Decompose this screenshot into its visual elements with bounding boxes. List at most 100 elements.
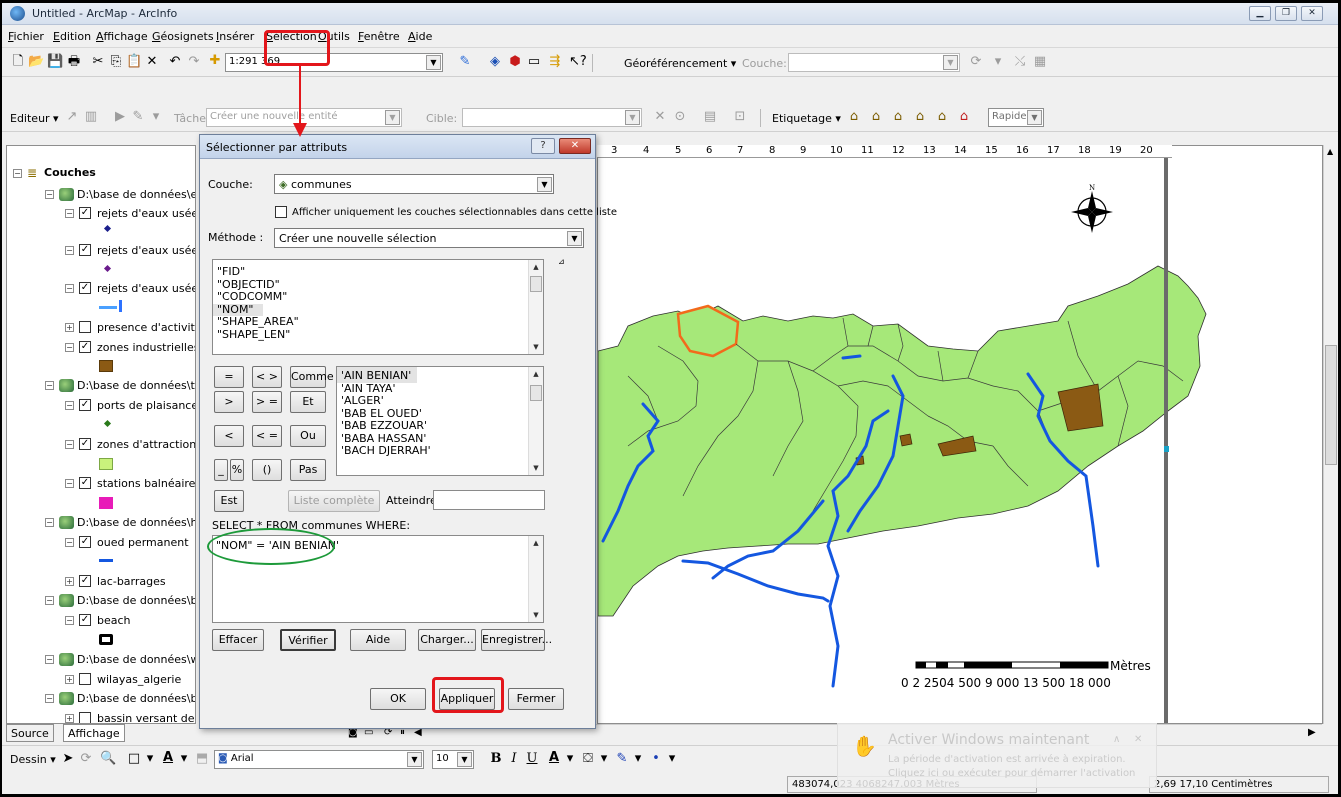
select-arrow-icon[interactable]: ▶ — [112, 109, 128, 125]
load-button[interactable]: Charger... — [418, 629, 476, 651]
collapse-icon[interactable]: − — [45, 381, 54, 390]
chevron-down-icon[interactable]: ▼ — [426, 55, 441, 70]
georeferencing-menu[interactable]: Géoréférencement ▾ — [624, 57, 736, 70]
map-vertical-scrollbar[interactable]: ▲ — [1323, 145, 1338, 724]
toc-group-ba[interactable]: D:\base de données\ba — [77, 692, 195, 705]
fields-scrollbar[interactable]: ▲ ▼ — [528, 260, 543, 354]
list-item[interactable]: 'BACH DJERRAH' — [337, 444, 543, 458]
layer-checkbox[interactable]: ✓ — [79, 614, 91, 626]
dropdown-arrow-icon[interactable]: ▾ — [176, 751, 192, 767]
expand-icon[interactable]: + — [65, 714, 74, 723]
collapse-icon[interactable]: − — [13, 169, 22, 178]
dropdown-arrow-icon[interactable]: ▾ — [990, 54, 1006, 70]
collapse-icon[interactable]: − — [65, 538, 74, 547]
layer-checkbox[interactable]: ✓ — [79, 244, 91, 256]
layer-checkbox[interactable] — [79, 321, 91, 333]
scroll-right-icon[interactable]: ▶ — [1308, 727, 1316, 738]
menu-fenetre[interactable]: Fenêtre — [358, 30, 400, 43]
collapse-icon[interactable]: − — [65, 616, 74, 625]
collapse-icon[interactable]: − — [65, 401, 74, 410]
goto-input[interactable] — [433, 490, 545, 510]
toc-layer-beach[interactable]: beach — [97, 614, 131, 627]
link-table-icon[interactable]: ▦ — [1032, 54, 1048, 70]
list-item[interactable]: "SHAPE_AREA" — [213, 315, 543, 329]
sql-scrollbar[interactable]: ▲ ▼ — [528, 536, 543, 622]
cut-icon[interactable]: ✂ — [90, 54, 106, 70]
op-or-button[interactable]: Ou — [290, 425, 326, 447]
list-item[interactable]: "SHAPE_LEN" — [213, 328, 543, 342]
chevron-down-icon[interactable]: ▼ — [625, 110, 640, 125]
save-icon[interactable]: 💾 — [47, 54, 63, 70]
only-selectable-checkbox[interactable] — [275, 206, 287, 218]
dropdown-arrow-icon[interactable]: ▾ — [562, 751, 578, 767]
rotate-icon[interactable]: ⟳ — [968, 54, 984, 70]
toc-layer-presence[interactable]: presence d'activités — [97, 321, 195, 334]
layer-checkbox[interactable]: ✓ — [79, 341, 91, 353]
marker-color-icon[interactable]: • — [648, 751, 664, 767]
delete-icon[interactable]: ✕ — [144, 54, 160, 70]
toc-layer-rejets-2[interactable]: rejets d'eaux usées 2 — [97, 207, 195, 220]
op-not-button[interactable]: Pas — [290, 459, 326, 481]
map-view[interactable]: N Mètres 0 2 2504 500 9 000 13 500 18 00… — [597, 145, 1323, 724]
toc-layer-wilayas[interactable]: wilayas_algerie — [97, 673, 181, 686]
close-window-button[interactable]: ✕ — [1301, 6, 1323, 21]
toc-group-hy[interactable]: D:\base de données\hy — [77, 516, 195, 529]
toolbox-red-icon[interactable]: ⬢ — [507, 54, 523, 70]
add-control-points-icon[interactable]: ⤯ — [1012, 54, 1028, 70]
toc-group-be[interactable]: D:\base de données\be — [77, 594, 195, 607]
layer-checkbox[interactable]: ✓ — [79, 399, 91, 411]
tab-source[interactable]: Source — [6, 724, 54, 742]
add-data-icon[interactable]: ✚ — [207, 53, 223, 69]
minimize-button[interactable]: ▁ — [1249, 6, 1271, 21]
toc-layer-oued[interactable]: oued permanent — [97, 536, 189, 549]
activation-up-icon[interactable]: ∧ — [1113, 734, 1120, 745]
font-combo[interactable]: ◙ Arial ▼ — [214, 750, 424, 769]
list-item[interactable]: "CODCOMM" — [213, 290, 543, 304]
verify-button[interactable]: Vérifier — [280, 629, 336, 651]
map-canvas[interactable]: N Mètres 0 2 2504 500 9 000 13 500 18 00… — [598, 146, 1323, 724]
layout-handle[interactable] — [1164, 446, 1169, 452]
split-tool-icon[interactable]: ✕ — [652, 109, 668, 125]
scroll-thumb[interactable] — [1325, 345, 1337, 465]
scroll-up-icon[interactable]: ▲ — [529, 260, 543, 274]
chevron-down-icon[interactable]: ▼ — [943, 55, 958, 70]
layer-checkbox[interactable] — [79, 673, 91, 685]
collapse-icon[interactable]: − — [45, 655, 54, 664]
complete-list-button[interactable]: Liste complète — [288, 490, 380, 512]
list-item-selected[interactable]: 'AIN BENIAN' — [337, 367, 417, 383]
op-less-button[interactable]: < — [214, 425, 244, 447]
edit-tool-icon[interactable]: ↗ — [64, 109, 80, 125]
menu-fichier[interactable]: Fichier — [8, 30, 44, 43]
op-like-button[interactable]: Comme — [290, 366, 334, 388]
new-document-icon[interactable]: 🗋 — [10, 54, 26, 70]
layer-checkbox[interactable]: ✓ — [79, 575, 91, 587]
toc-layers-root[interactable]: Couches — [44, 166, 96, 179]
scroll-up-icon[interactable]: ▲ — [1327, 147, 1333, 156]
underline-icon[interactable]: U — [524, 751, 540, 767]
menu-geosignets[interactable]: Géosignets — [152, 30, 214, 43]
method-select[interactable]: Créer une nouvelle sélection ▼ — [274, 228, 584, 248]
tab-display[interactable]: Affichage — [63, 724, 125, 742]
open-folder-icon[interactable]: 📂 — [28, 54, 44, 70]
op-less-equal-button[interactable]: < = — [252, 425, 282, 447]
dropdown-arrow-icon[interactable]: ▾ — [596, 751, 612, 767]
help-icon[interactable]: ? — [531, 138, 555, 154]
georef-layer-combo[interactable]: ▼ — [788, 53, 960, 72]
dropdown-arrow-icon[interactable]: ▾ — [630, 751, 646, 767]
list-item[interactable]: 'BAB EZZOUAR' — [337, 419, 543, 433]
is-button[interactable]: Est — [214, 490, 244, 512]
toc-layer-lac[interactable]: lac-barrages — [97, 575, 166, 588]
italic-icon[interactable]: I — [506, 751, 522, 767]
layer-checkbox[interactable]: ✓ — [79, 282, 91, 294]
scroll-down-icon[interactable]: ▼ — [529, 340, 543, 354]
undo-icon[interactable]: ↶ — [167, 54, 183, 70]
target-combo[interactable]: ▼ — [462, 108, 642, 127]
menu-aide[interactable]: Aide — [408, 30, 432, 43]
toc-group-etu[interactable]: D:\base de données\etu — [77, 188, 195, 201]
toc-layer-zones-attractions[interactable]: zones d'attractions — [97, 438, 195, 451]
line-color-icon[interactable]: ✎ — [614, 751, 630, 767]
op-equal-button[interactable]: = — [214, 366, 244, 388]
chevron-down-icon[interactable]: ▼ — [385, 110, 400, 125]
chevron-down-icon[interactable]: ▼ — [457, 752, 472, 767]
sketch-pencil-icon[interactable]: ✎ — [130, 109, 146, 125]
